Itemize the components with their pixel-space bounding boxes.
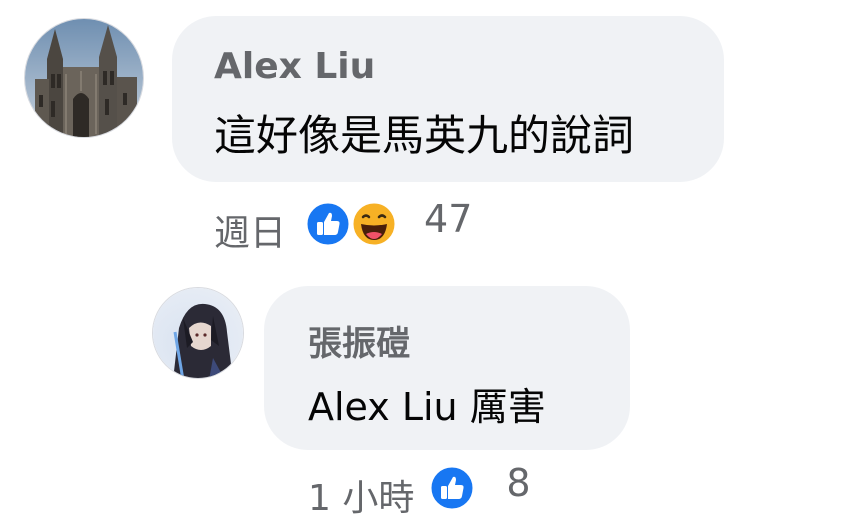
comment-time[interactable]: 1 小時 (308, 469, 414, 516)
comment-bubble: Alex Liu 這好像是馬英九的說詞 (172, 16, 724, 182)
comment-text: 這好像是馬英九的說詞 (214, 111, 635, 160)
haha-icon[interactable] (350, 200, 398, 248)
comment-text: Alex Liu 厲害 (308, 385, 546, 429)
comment-author[interactable]: 張振磑 (308, 316, 410, 365)
avatar[interactable] (152, 287, 244, 379)
comment-author[interactable]: Alex Liu (214, 46, 375, 87)
comment-time[interactable]: 週日 (214, 204, 286, 256)
reaction-count[interactable]: 47 (424, 197, 472, 241)
like-icon[interactable] (304, 200, 352, 248)
anime-avatar-image (153, 288, 243, 378)
comment-alex-liu: Alex Liu 這好像是馬英九的說詞 週日 47 (0, 0, 848, 260)
avatar[interactable] (24, 18, 144, 138)
cathedral-avatar-image (25, 19, 143, 137)
comment-thread: Alex Liu 這好像是馬英九的說詞 週日 47 張振磑 Alex Liu 厲… (0, 0, 848, 516)
reaction-count[interactable]: 8 (506, 461, 530, 505)
comment-meta: 1 小時 8 (308, 460, 531, 516)
comment-meta: 週日 47 (214, 194, 472, 254)
comment-bubble: 張振磑 Alex Liu 厲害 (264, 286, 630, 450)
comment-reply: 張振磑 Alex Liu 厲害 1 小時 8 (0, 270, 848, 516)
like-icon[interactable] (428, 464, 476, 512)
